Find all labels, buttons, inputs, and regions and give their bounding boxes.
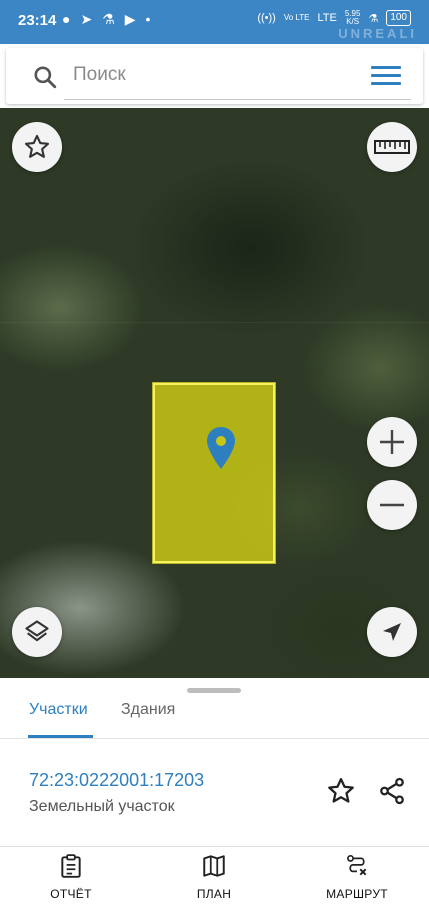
tab-buildings[interactable]: Здания bbox=[121, 701, 175, 719]
info-sheet: Участки Здания 72:23:0222001:17203 Земел… bbox=[0, 678, 429, 846]
nav-plan[interactable]: ПЛАН bbox=[164, 853, 264, 901]
plus-icon bbox=[380, 430, 404, 454]
layers-button[interactable] bbox=[12, 607, 62, 657]
search-input[interactable]: Поиск bbox=[73, 64, 126, 86]
map-icon bbox=[203, 855, 225, 877]
minus-icon bbox=[380, 503, 404, 507]
nav-plan-label: ПЛАН bbox=[196, 887, 232, 901]
sheet-drag-handle[interactable] bbox=[187, 688, 241, 693]
map-view[interactable] bbox=[0, 108, 429, 678]
star-outline-icon[interactable] bbox=[326, 776, 356, 806]
lab-flask-icon: ⚗ bbox=[102, 11, 115, 27]
lte-indicator: LTE bbox=[317, 12, 337, 24]
zoom-out-button[interactable] bbox=[367, 480, 417, 530]
search-icon[interactable] bbox=[32, 64, 58, 90]
parcel-type-label: Земельный участок bbox=[29, 798, 175, 815]
volte-indicator: Vo LTE bbox=[283, 13, 310, 22]
zoom-in-button[interactable] bbox=[367, 417, 417, 467]
route-icon bbox=[347, 854, 367, 876]
hotspot-icon: ((•)) bbox=[257, 12, 276, 24]
layers-icon bbox=[25, 620, 49, 642]
tab-plots[interactable]: Участки bbox=[29, 701, 88, 719]
share-icon[interactable] bbox=[377, 776, 407, 806]
status-time: 23:14 bbox=[18, 12, 57, 29]
watermark: UNREALI bbox=[338, 26, 417, 41]
hamburger-menu-icon[interactable] bbox=[371, 66, 401, 86]
speed-unit: K/S bbox=[346, 17, 360, 26]
bottom-navigation: ОТЧЁТ ПЛАН МАРШРУТ bbox=[0, 846, 429, 910]
cadastral-number-link[interactable]: 72:23:0222001:17203 bbox=[29, 770, 204, 791]
nav-report-label: ОТЧЁТ bbox=[50, 887, 92, 901]
dot-icon: • bbox=[145, 11, 151, 27]
ruler-button[interactable] bbox=[367, 122, 417, 172]
nav-route[interactable]: МАРШРУТ bbox=[307, 853, 407, 901]
map-tile-edge bbox=[0, 322, 429, 323]
nav-report[interactable]: ОТЧЁТ bbox=[21, 853, 121, 901]
location-pin-icon[interactable] bbox=[206, 426, 236, 470]
parcel-highlight[interactable] bbox=[152, 382, 276, 564]
telegram-icon: ➤ bbox=[80, 11, 93, 27]
star-outline-icon bbox=[24, 134, 50, 158]
ruler-icon bbox=[374, 140, 410, 154]
chat-icon: ● bbox=[62, 11, 71, 27]
search-bar[interactable]: Поиск bbox=[6, 48, 423, 104]
network-speed: 5.95 K/S bbox=[345, 10, 361, 26]
system-icons: ((•)) Vo LTE LTE 5.95 K/S ⚗ 100 bbox=[257, 10, 411, 26]
nav-route-label: МАРШРУТ bbox=[326, 887, 388, 901]
navigation-arrow-icon bbox=[383, 623, 401, 641]
flask-icon: ⚗ bbox=[368, 12, 379, 25]
tabs-divider bbox=[0, 738, 429, 739]
notification-icons: ● ➤ ⚗ ▶ • bbox=[62, 11, 150, 28]
clipboard-icon bbox=[61, 854, 81, 878]
battery-indicator: 100 bbox=[386, 10, 411, 26]
favorite-map-button[interactable] bbox=[12, 122, 62, 172]
my-location-button[interactable] bbox=[367, 607, 417, 657]
search-underline bbox=[64, 99, 411, 100]
status-bar: 23:14 ● ➤ ⚗ ▶ • ((•)) Vo LTE LTE 5.95 K/… bbox=[0, 0, 429, 44]
youtube-icon: ▶ bbox=[124, 11, 136, 27]
